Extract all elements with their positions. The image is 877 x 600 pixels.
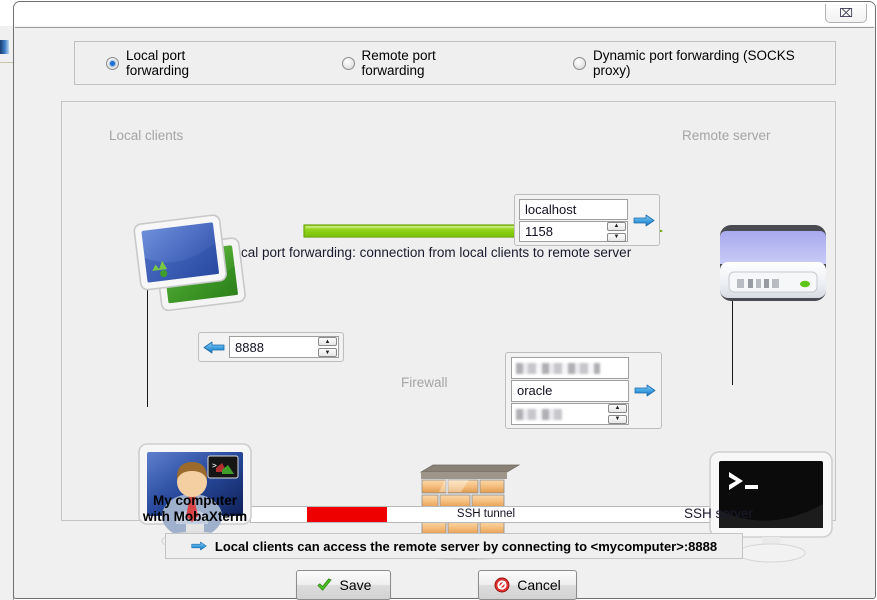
arrow-left-icon bbox=[203, 341, 225, 353]
forwarding-diagram: Local clients Remote server Firewall Loc… bbox=[61, 101, 836, 563]
ssh-server-label: SSH server bbox=[684, 506, 754, 521]
my-computer-label: My computer with MobaXterm bbox=[140, 493, 250, 525]
dialog-titlebar: ⌧ bbox=[14, 2, 875, 26]
remote-server-icon bbox=[720, 225, 826, 301]
ssh-user-input[interactable] bbox=[511, 379, 629, 402]
forwarding-mode-group: Local port forwarding Remote port forwar… bbox=[74, 41, 836, 85]
cancel-icon bbox=[494, 577, 510, 593]
spinner-down-icon[interactable]: ▼ bbox=[607, 232, 626, 242]
info-bar-text: Local clients can access the remote serv… bbox=[214, 538, 718, 554]
radio-label-local: Local port forwarding bbox=[126, 48, 190, 78]
radio-label-remote: Remote port forwarding bbox=[361, 48, 436, 78]
local-forward-port-spinner[interactable]: ▲ ▼ bbox=[318, 337, 337, 357]
dialog-body: Local port forwarding Remote port forwar… bbox=[15, 27, 874, 600]
local-clients-label: Local clients bbox=[109, 128, 184, 143]
radio-indicator-dynamic bbox=[572, 56, 586, 70]
arrow-right-icon bbox=[633, 214, 655, 226]
remote-target-box: ▲ ▼ bbox=[514, 194, 660, 246]
local-forward-port-box: ▲ ▼ bbox=[198, 332, 344, 362]
remote-server-label: Remote server bbox=[682, 128, 771, 143]
background-window-edge bbox=[0, 26, 14, 600]
screen: ⌧ Local port forwarding Remote port forw… bbox=[0, 0, 877, 600]
radio-label-dynamic: Dynamic port forwarding (SOCKS proxy) bbox=[592, 48, 795, 78]
arrow-right-icon bbox=[191, 541, 207, 551]
radio-remote-port-forwarding[interactable]: Remote port forwarding bbox=[341, 48, 502, 78]
radio-local-port-forwarding[interactable]: Local port forwarding bbox=[106, 48, 252, 78]
spinner-down-icon[interactable]: ▼ bbox=[608, 414, 627, 424]
my-computer-label-line1: My computer bbox=[152, 493, 237, 508]
firewall-label: Firewall bbox=[401, 375, 448, 390]
radio-indicator-remote bbox=[341, 56, 355, 70]
radio-dynamic-port-forwarding[interactable]: Dynamic port forwarding (SOCKS proxy) bbox=[572, 48, 835, 78]
radio-indicator-local bbox=[106, 56, 119, 70]
my-computer-label-line2: with MobaXterm bbox=[142, 509, 248, 524]
info-bar: Local clients can access the remote serv… bbox=[165, 533, 743, 559]
ssh-server-fields-box: ▲ ▼ bbox=[505, 352, 662, 429]
ssh-port-spinner[interactable]: ▲ ▼ bbox=[608, 403, 627, 424]
background-window-divider bbox=[0, 62, 13, 63]
spinner-up-icon[interactable]: ▲ bbox=[608, 403, 627, 413]
ssh-tunnel-bar: SSH tunnel bbox=[250, 506, 722, 523]
arrow-right-icon bbox=[634, 384, 656, 397]
remote-host-input[interactable] bbox=[519, 198, 628, 220]
port-forwarding-dialog: ⌧ Local port forwarding Remote port forw… bbox=[13, 1, 876, 600]
firewall-top-icon bbox=[419, 464, 521, 509]
spinner-down-icon[interactable]: ▼ bbox=[318, 348, 337, 357]
background-window-fragment bbox=[0, 40, 9, 54]
ssh-tunnel-label: SSH tunnel bbox=[456, 508, 516, 520]
close-button[interactable]: ⌧ bbox=[825, 4, 867, 23]
spinner-up-icon[interactable]: ▲ bbox=[607, 221, 626, 231]
close-icon: ⌧ bbox=[839, 6, 853, 20]
local-clients-icon bbox=[133, 214, 246, 312]
arrow-caption: Local port forwarding: connection from l… bbox=[226, 245, 632, 260]
spinner-up-icon[interactable]: ▲ bbox=[318, 337, 337, 346]
check-icon bbox=[317, 578, 332, 591]
ssh-host-input[interactable] bbox=[511, 356, 629, 379]
cancel-button-label: Cancel bbox=[517, 577, 561, 593]
save-button-label: Save bbox=[339, 577, 372, 593]
save-button[interactable]: Save bbox=[296, 570, 391, 600]
cancel-button[interactable]: Cancel bbox=[478, 570, 577, 600]
remote-port-spinner[interactable]: ▲ ▼ bbox=[607, 221, 626, 242]
